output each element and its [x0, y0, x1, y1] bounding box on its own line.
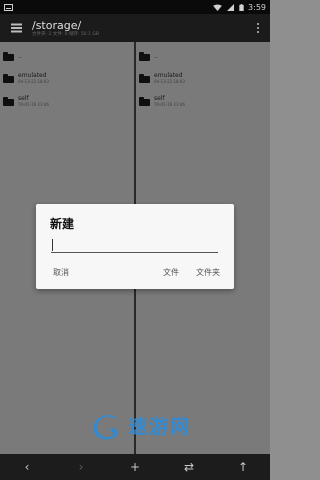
add-icon[interactable]: +: [125, 457, 145, 477]
keyboard-icon: [4, 3, 13, 11]
watermark: 速游网: [92, 414, 191, 440]
new-file-button[interactable]: 文件: [163, 267, 179, 278]
back-icon[interactable]: ‹: [17, 457, 37, 477]
wifi-icon: [213, 3, 222, 11]
menu-icon[interactable]: [0, 14, 32, 42]
watermark-text: 速游网: [128, 416, 192, 438]
watermark-logo-icon: [92, 415, 118, 440]
toolbar: /storage/ 文件夹: 2 文件: 0 储存: 50.1 GB: [0, 14, 270, 42]
path-title: /storage/: [32, 18, 82, 32]
text-caret: [52, 239, 53, 251]
bottom-toolbar: ‹ › + ⇄ ↑: [0, 454, 270, 480]
new-item-dialog: 新建 取消 文件 文件夹: [36, 204, 234, 289]
storage-summary: 文件夹: 2 文件: 0 储存: 50.1 GB: [32, 31, 99, 37]
status-bar: 3:59: [0, 0, 270, 14]
swap-panes-icon[interactable]: ⇄: [179, 457, 199, 477]
up-directory-icon[interactable]: ↑: [233, 457, 253, 477]
battery-icon: [239, 3, 244, 11]
more-options-icon[interactable]: [246, 14, 270, 42]
signal-icon: [227, 3, 235, 11]
name-input[interactable]: [51, 237, 218, 253]
new-folder-button[interactable]: 文件夹: [196, 267, 220, 278]
cancel-button[interactable]: 取消: [53, 267, 69, 278]
status-time: 3:59: [248, 2, 266, 12]
forward-icon[interactable]: ›: [71, 457, 91, 477]
dialog-title: 新建: [50, 217, 75, 231]
